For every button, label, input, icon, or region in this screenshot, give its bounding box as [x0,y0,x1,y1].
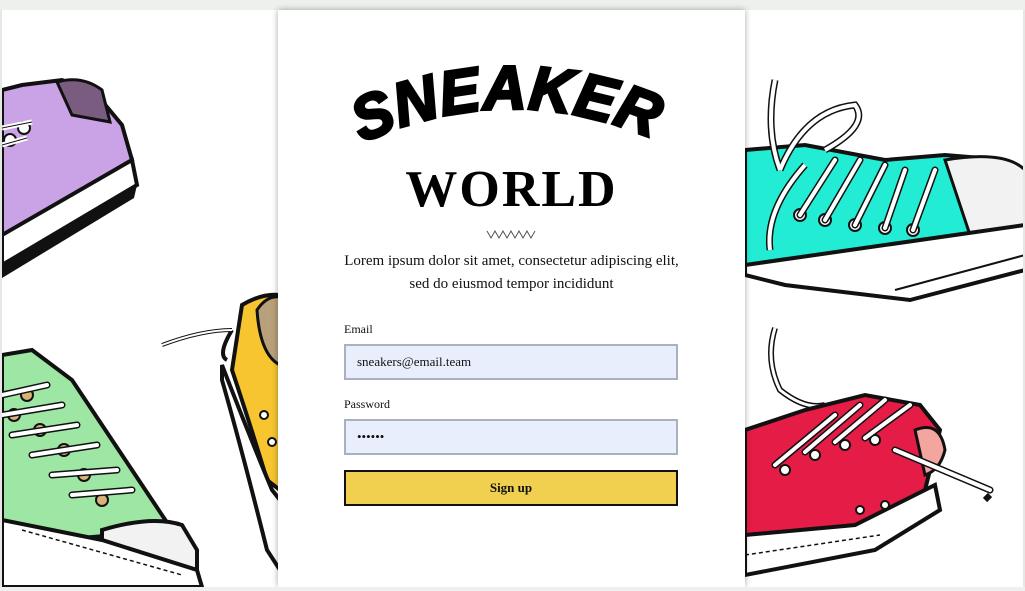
signup-button[interactable]: Sign up [344,470,678,506]
sneaker-green-icon [2,347,205,587]
left-decor-panel [0,10,278,587]
password-label: Password [344,397,391,411]
sneaker-purple-icon [2,77,140,278]
logo-text: SNEAKER [352,65,672,157]
brand-subtitle: WORLD [405,161,618,218]
sneaker-logo: SNEAKER [352,65,672,157]
sneakers-right-illustration [745,79,1023,578]
sneakers-left-illustration [2,77,278,587]
wavy-divider-icon [486,229,536,240]
svg-text:SNEAKER: SNEAKER [352,65,672,156]
email-field[interactable] [344,344,678,380]
top-strip [0,0,1025,10]
signup-card: SNEAKER WORLD Lorem ipsum dolor sit amet… [278,10,745,587]
right-decor-panel [745,10,1025,587]
email-label: Email [344,322,373,336]
bottom-strip [0,587,1025,591]
sneaker-red-icon [745,327,994,578]
intro-text: Lorem ipsum dolor sit amet, consectetur … [344,253,679,292]
password-field[interactable] [344,419,678,455]
sneaker-teal-icon [745,79,1023,303]
